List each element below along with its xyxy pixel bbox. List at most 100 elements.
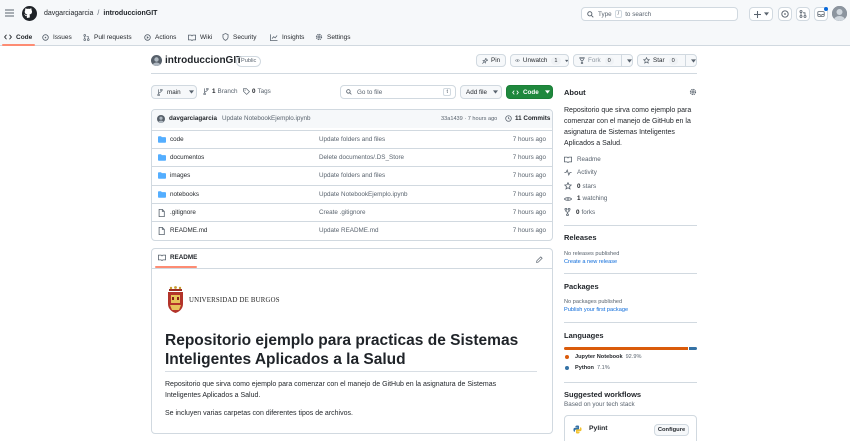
commit-hash-time[interactable]: 33a1439 · 7 hours ago bbox=[441, 116, 497, 122]
edit-readme-button[interactable] bbox=[533, 253, 545, 265]
issue-opened-icon bbox=[42, 33, 49, 41]
watching-label: watching bbox=[582, 195, 608, 202]
commits-link[interactable]: 11 Commits bbox=[505, 115, 550, 122]
unwatch-button[interactable]: Unwatch 1 bbox=[510, 54, 569, 67]
fork-button[interactable]: Fork 0 bbox=[573, 54, 633, 67]
language-name: Python bbox=[575, 365, 594, 371]
inbox-button[interactable] bbox=[814, 7, 828, 21]
menu-button[interactable] bbox=[3, 7, 15, 19]
repo-name[interactable]: introduccionGIT bbox=[165, 55, 242, 66]
github-logo[interactable] bbox=[22, 6, 37, 21]
tab-issues[interactable]: Issues bbox=[42, 29, 72, 45]
file-commit-message[interactable]: Create .gitignore bbox=[319, 209, 366, 216]
language-item-python[interactable]: Python 7.1% bbox=[565, 365, 610, 371]
tab-security[interactable]: Security bbox=[222, 29, 256, 45]
tab-pull-requests[interactable]: Pull requests bbox=[83, 29, 132, 45]
workflows-heading: Suggested workflows bbox=[564, 390, 642, 399]
tab-settings[interactable]: Settings bbox=[315, 29, 351, 45]
packages-none-text: No packages published bbox=[564, 299, 623, 305]
file-row[interactable]: documentos Delete documentos/.DS_Store 7 h… bbox=[151, 148, 552, 166]
file-name[interactable]: documentos bbox=[170, 154, 204, 161]
language-item-jupyter[interactable]: Jupyter Notebook 92.9% bbox=[565, 354, 641, 360]
python-icon bbox=[573, 425, 582, 434]
create-release-link[interactable]: Create a new release bbox=[564, 259, 617, 265]
forks-count: 0 bbox=[576, 208, 580, 216]
tags-link[interactable]: 0 Tags bbox=[243, 88, 271, 95]
tab-code[interactable]: Code bbox=[4, 29, 32, 45]
packages-heading[interactable]: Packages bbox=[564, 282, 599, 291]
language-name: Jupyter Notebook bbox=[575, 354, 623, 360]
search-input[interactable]: Type / to search bbox=[581, 7, 738, 21]
sidebar-divider bbox=[564, 273, 697, 274]
file-commit-message[interactable]: Update folders and files bbox=[319, 136, 385, 143]
file-name[interactable]: images bbox=[170, 172, 190, 179]
file-commit-time: 7 hours ago bbox=[512, 190, 546, 198]
tab-wiki[interactable]: Wiki bbox=[188, 29, 212, 45]
activity-link-label: Activity bbox=[577, 169, 597, 176]
file-commit-time: 7 hours ago bbox=[512, 208, 546, 216]
stars-link[interactable]: 0 stars bbox=[564, 182, 596, 190]
commit-message[interactable]: Update NotebookEjemplo.ipynb bbox=[222, 115, 311, 122]
releases-heading[interactable]: Releases bbox=[564, 233, 597, 242]
git-pull-request-icon bbox=[83, 33, 90, 41]
tab-security-label: Security bbox=[233, 33, 257, 41]
visibility-badge: Public bbox=[236, 56, 262, 67]
activity-link[interactable]: Activity bbox=[564, 169, 597, 176]
create-new-button[interactable] bbox=[749, 7, 773, 21]
commit-author[interactable]: davgarciagarcia bbox=[169, 115, 217, 122]
tab-wiki-label: Wiki bbox=[200, 33, 213, 41]
file-name[interactable]: README.md bbox=[170, 227, 207, 234]
watching-link[interactable]: 1 watching bbox=[564, 195, 607, 202]
readme-link[interactable]: Readme bbox=[564, 156, 601, 163]
file-name[interactable]: .gitignore bbox=[170, 209, 196, 216]
file-row[interactable]: images Update folders and files 7 hours ag… bbox=[151, 166, 552, 184]
about-settings-button[interactable] bbox=[688, 87, 698, 97]
file-row[interactable]: .gitignore Create .gitignore 7 hours ago bbox=[151, 202, 552, 221]
code-button-label: Code bbox=[523, 88, 539, 96]
pin-button[interactable]: Pin bbox=[476, 54, 506, 67]
file-commit-message[interactable]: Update README.md bbox=[319, 227, 379, 234]
forks-link[interactable]: 0 forks bbox=[564, 208, 595, 216]
releases-none-text: No releases published bbox=[564, 251, 620, 257]
configure-button[interactable]: Configure bbox=[654, 424, 689, 436]
star-icon bbox=[643, 57, 650, 64]
breadcrumb-repo[interactable]: introduccionGIT bbox=[103, 10, 157, 17]
file-commit-message[interactable]: Delete documentos/.DS_Store bbox=[319, 154, 404, 161]
star-divider bbox=[684, 54, 686, 67]
chevron-down-icon bbox=[188, 90, 194, 94]
publish-package-link[interactable]: Publish your first package bbox=[564, 307, 628, 313]
file-commit-message[interactable]: Update NotebookEjemplo.ipynb bbox=[319, 191, 408, 198]
file-commit-message[interactable]: Update folders and files bbox=[319, 172, 385, 179]
user-avatar[interactable] bbox=[832, 6, 847, 21]
readme-tab[interactable]: README bbox=[158, 254, 197, 261]
pin-label: Pin bbox=[491, 57, 501, 64]
branches-link[interactable]: 1 Branch bbox=[203, 88, 237, 95]
breadcrumb-owner[interactable]: davgarciagarcia bbox=[44, 10, 93, 17]
file-name[interactable]: code bbox=[170, 136, 184, 143]
branch-name: main bbox=[167, 88, 181, 96]
file-row[interactable]: notebooks Update NotebookEjemplo.ipynb 7 h… bbox=[151, 184, 552, 203]
go-to-file-input[interactable]: Go to file t bbox=[340, 85, 456, 99]
pylint-logo bbox=[573, 425, 582, 434]
folder-icon-wrap bbox=[158, 190, 166, 198]
add-file-button[interactable]: Add file bbox=[460, 85, 502, 99]
tab-pull-requests-label: Pull requests bbox=[94, 33, 132, 41]
issues-button[interactable] bbox=[778, 7, 792, 21]
github-icon bbox=[22, 6, 37, 21]
language-percent: 92.9% bbox=[625, 354, 642, 360]
tab-actions[interactable]: Actions bbox=[144, 29, 176, 45]
inbox-icon bbox=[817, 11, 825, 17]
chevron-down-icon bbox=[626, 58, 632, 63]
file-name[interactable]: notebooks bbox=[170, 191, 199, 198]
tab-code-label: Code bbox=[16, 33, 33, 41]
search-key: / bbox=[614, 10, 623, 18]
file-row[interactable]: code Update folders and files 7 hours ago bbox=[151, 130, 552, 148]
file-row[interactable]: README.md Update README.md 7 hours ago bbox=[151, 221, 552, 239]
pull-requests-button[interactable] bbox=[796, 7, 810, 21]
file-commit-time: 7 hours ago bbox=[512, 154, 546, 162]
code-button[interactable]: Code bbox=[506, 85, 553, 99]
git-pull-request-icon bbox=[799, 10, 807, 18]
tab-insights[interactable]: Insights bbox=[270, 29, 304, 45]
branch-selector[interactable]: main bbox=[151, 85, 197, 99]
star-button[interactable]: Star 0 bbox=[637, 54, 697, 67]
